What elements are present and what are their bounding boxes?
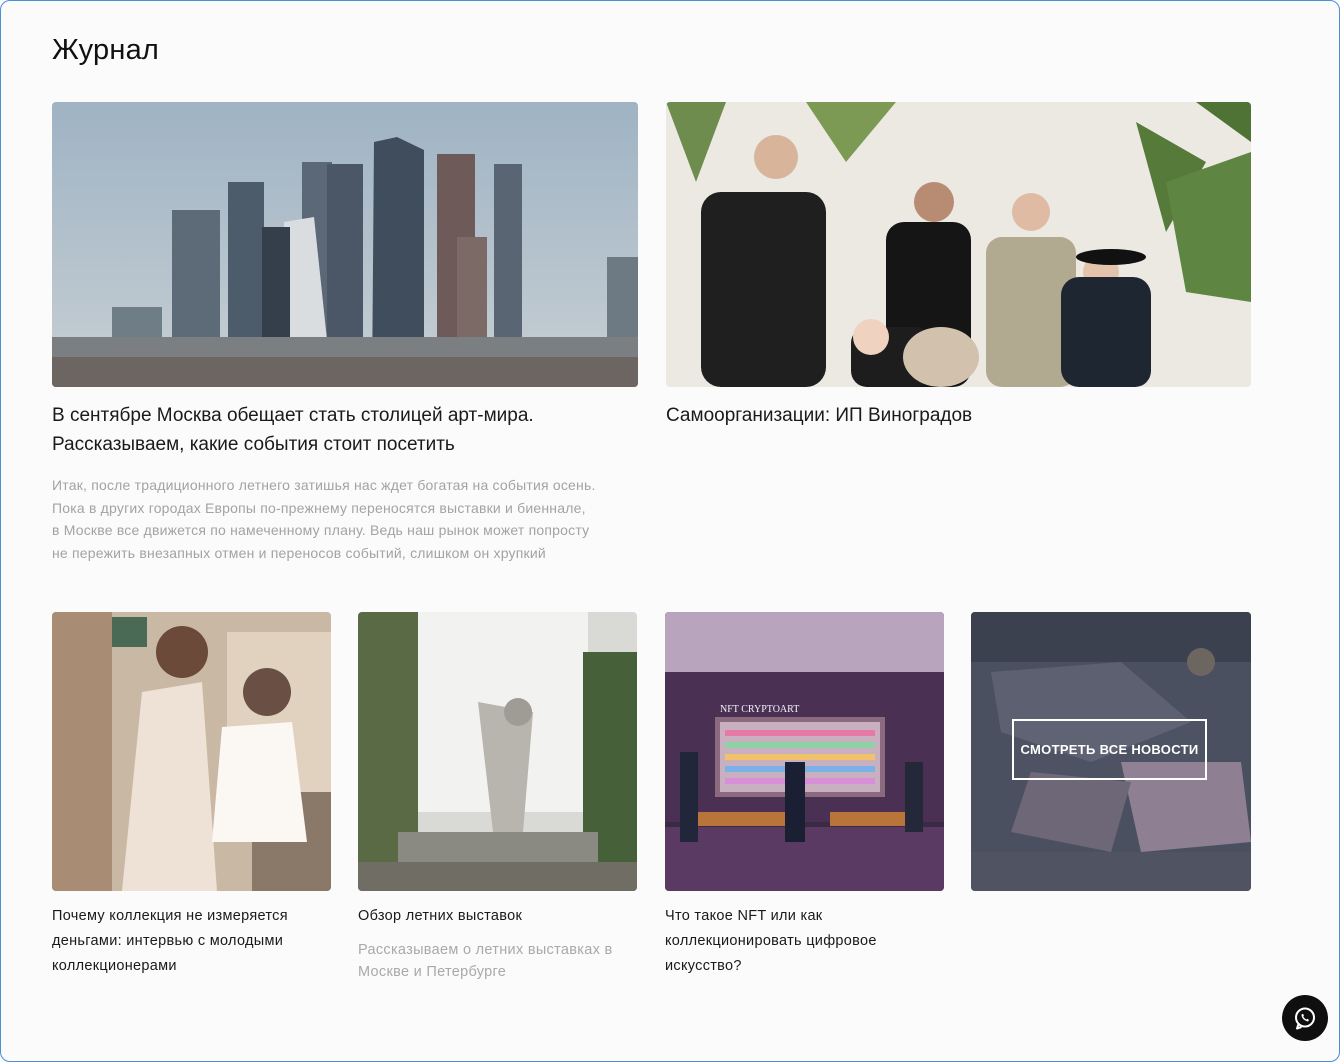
page-title: Журнал: [52, 34, 160, 66]
description-line: Рассказываем о летних выставках в: [358, 942, 613, 958]
description-line: в Москве все движется по намеченному пла…: [52, 522, 590, 538]
article-card-summer-exhibitions[interactable]: Обзор летних выставок Рассказываем о лет…: [358, 612, 637, 980]
article-title-line: Что такое NFT или как: [665, 908, 823, 924]
description-line: Пока в других городах Европы по-прежнему…: [52, 499, 586, 516]
article-title-line: деньгами: интервью с молодыми: [52, 933, 284, 949]
all-news-background-image[interactable]: СМОТРЕТЬ ВСЕ НОВОСТИ: [971, 612, 1251, 891]
article-title[interactable]: Почему коллекция не измеряется деньгами:…: [52, 904, 352, 979]
view-all-news-button[interactable]: СМОТРЕТЬ ВСЕ НОВОСТИ: [1012, 719, 1207, 780]
article-title[interactable]: Что такое NFT или как коллекционировать …: [665, 904, 944, 979]
article-title[interactable]: Обзор летних выставок: [358, 904, 637, 929]
article-image-group-photo[interactable]: [666, 102, 1251, 387]
article-card-nft[interactable]: NFT CRYPTOART Что такое NFT или как колл…: [665, 612, 944, 974]
article-image-moscow-skyline[interactable]: [52, 102, 638, 387]
featured-description: Итак, после традиционного летнего затишь…: [52, 474, 652, 564]
featured-title-line: Самоорганизации: ИП Виноградов: [666, 405, 973, 426]
article-title-line: коллекционировать цифровое: [665, 933, 877, 949]
article-card-collection[interactable]: Почему коллекция не измеряется деньгами:…: [52, 612, 331, 974]
article-image-nft-gallery[interactable]: NFT CRYPTOART: [665, 612, 944, 891]
description-line: Москве и Петербурге: [358, 964, 507, 980]
all-news-card[interactable]: СМОТРЕТЬ ВСЕ НОВОСТИ: [971, 612, 1251, 891]
article-description: Рассказываем о летних выставках в Москве…: [358, 939, 658, 983]
featured-article-vinogradov[interactable]: Самоорганизации: ИП Виноградов: [666, 102, 1251, 426]
nft-image-caption: NFT CRYPTOART: [720, 704, 800, 715]
article-title-line: Обзор летних выставок: [358, 908, 523, 924]
featured-title-line: В сентябре Москва обещает стать столицей…: [52, 405, 534, 426]
description-line: Итак, после традиционного летнего затишь…: [52, 477, 596, 493]
article-title-line: Почему коллекция не измеряется: [52, 908, 288, 924]
featured-title-line: Рассказываем, какие события стоит посети…: [52, 434, 455, 455]
whatsapp-button[interactable]: [1282, 995, 1328, 1041]
article-title-line: коллекционерами: [52, 958, 177, 974]
article-image-couple[interactable]: [52, 612, 331, 891]
description-line: не пережить внезапных отмен и переносов …: [52, 544, 546, 561]
article-title-line: искусство?: [665, 958, 742, 974]
featured-article-moscow[interactable]: В сентябре Москва обещает стать столицей…: [52, 102, 638, 561]
featured-title[interactable]: Самоорганизации: ИП Виноградов: [666, 401, 1251, 430]
featured-title[interactable]: В сентябре Москва обещает стать столицей…: [52, 401, 652, 459]
whatsapp-icon: [1295, 1007, 1315, 1030]
article-image-exhibition[interactable]: [358, 612, 637, 891]
